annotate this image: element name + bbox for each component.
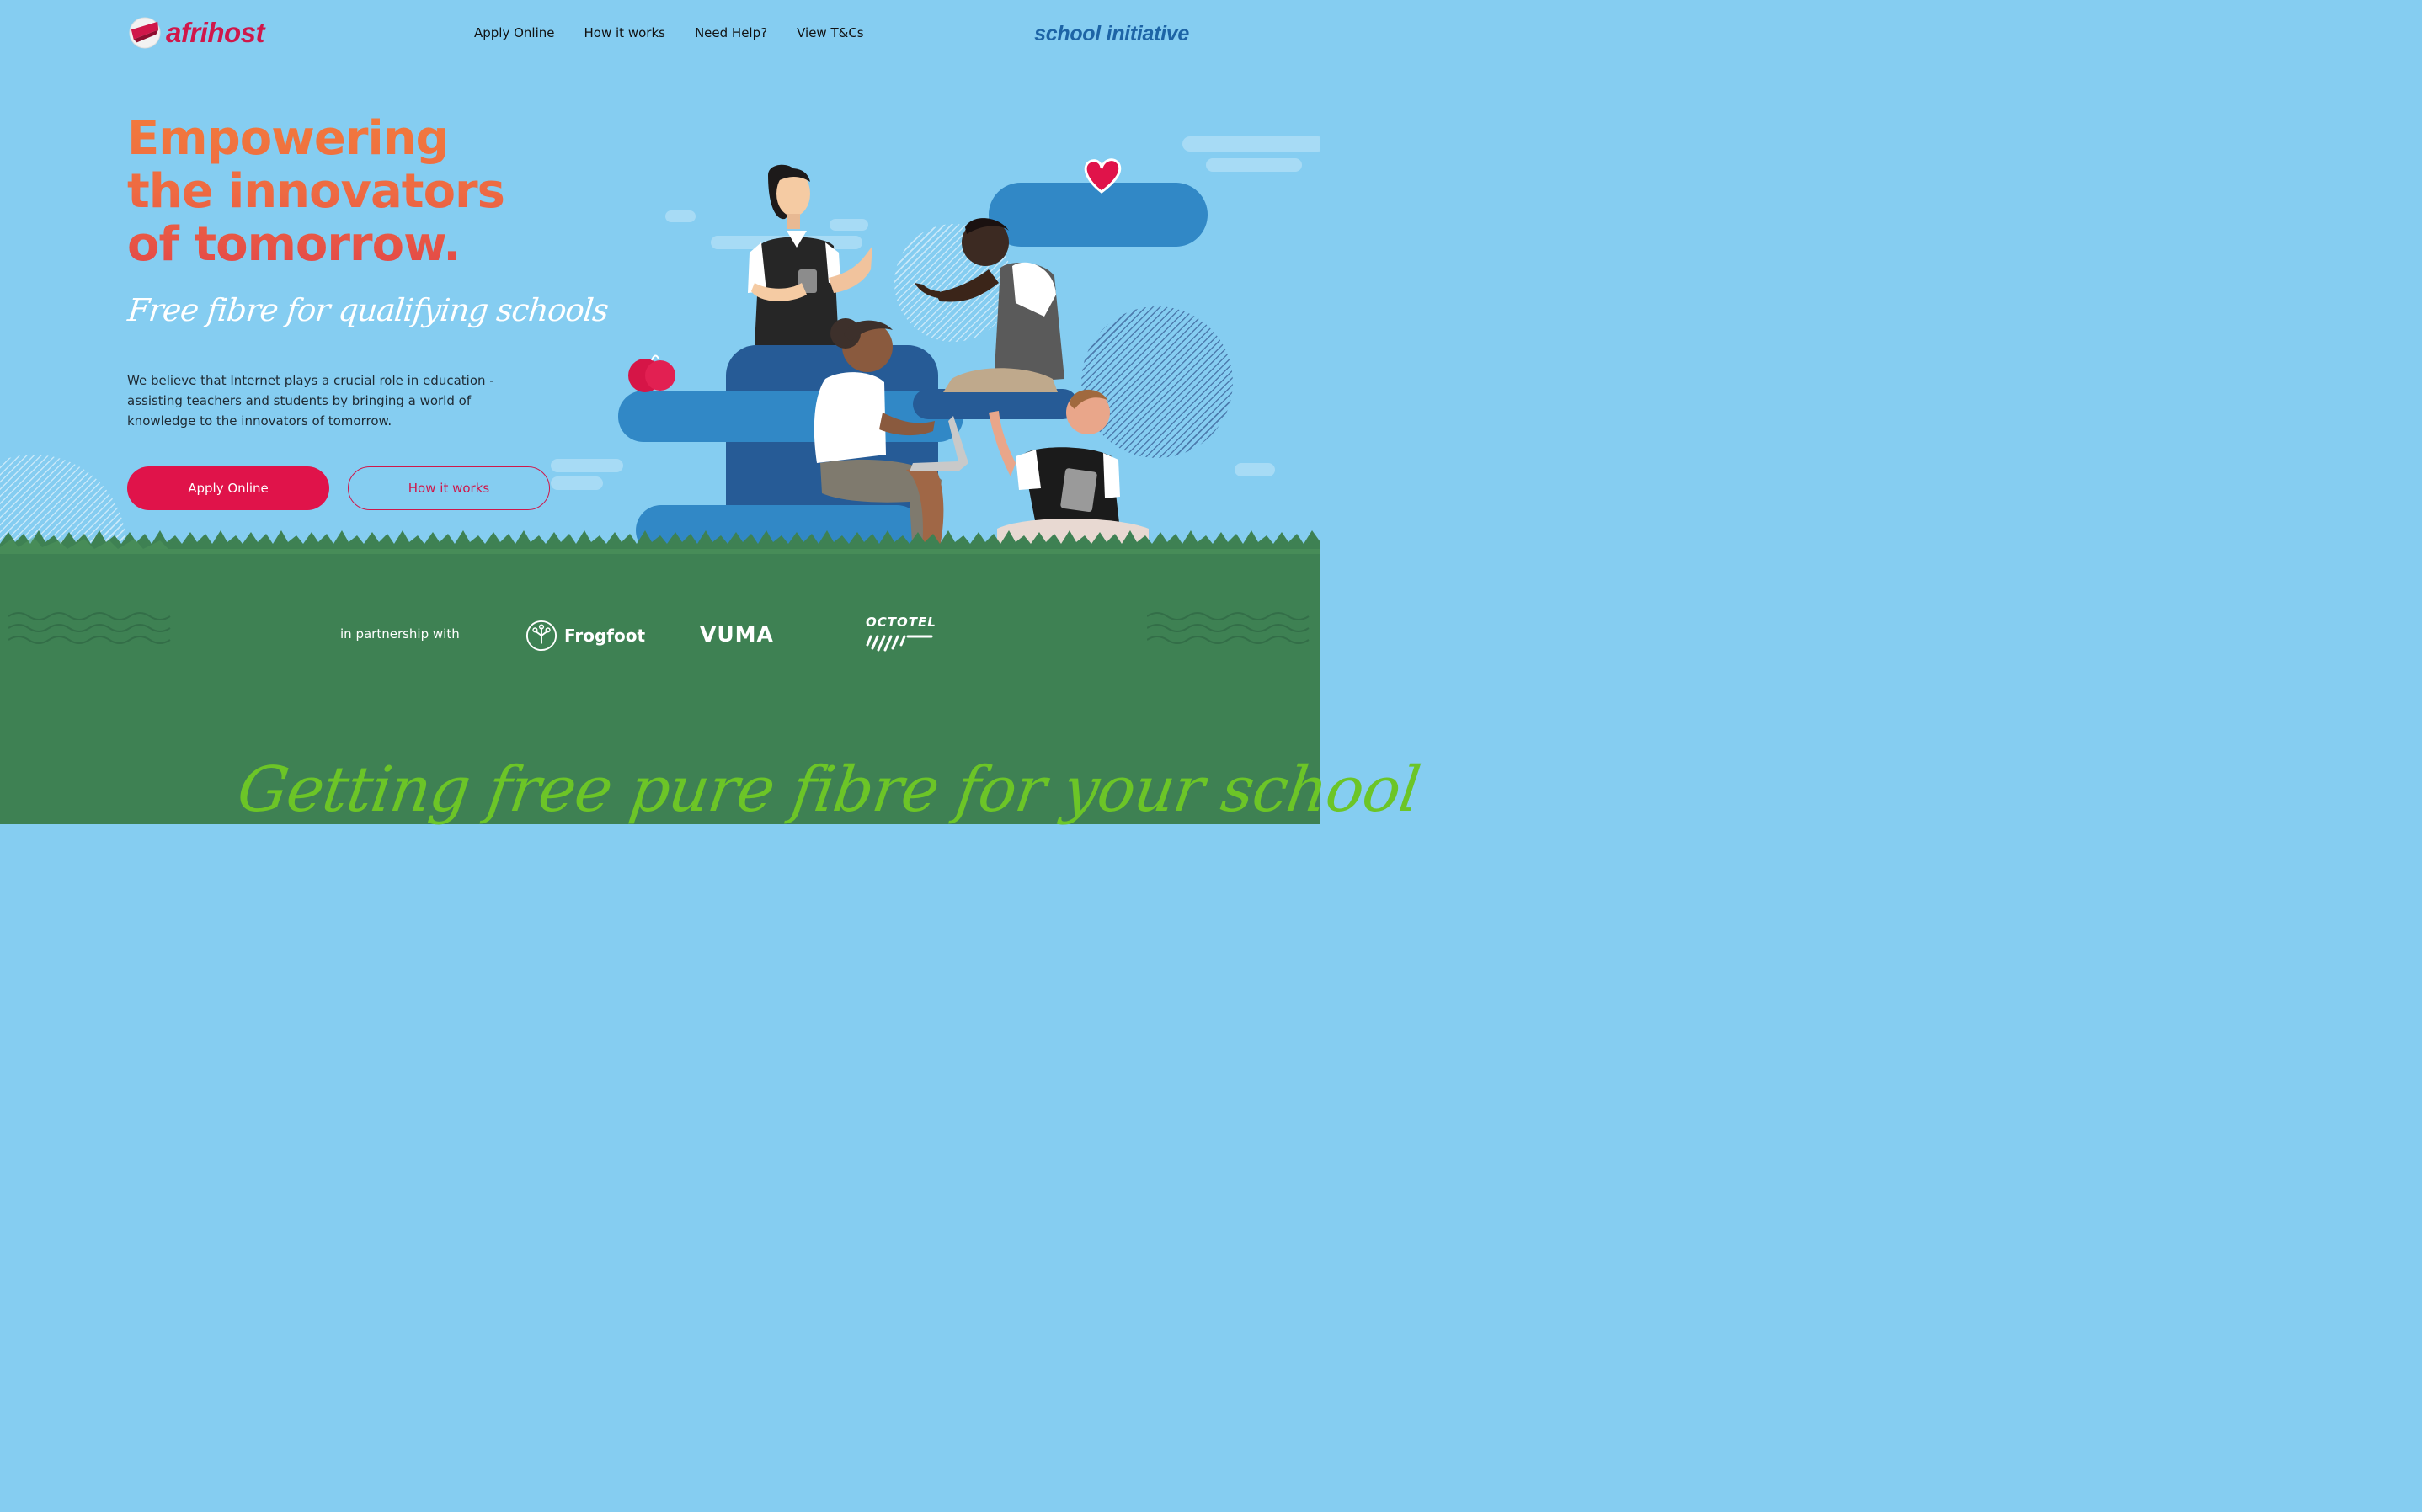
wave-decoration-left (8, 612, 171, 644)
wave-decoration-right (1147, 612, 1310, 644)
frogfoot-icon (525, 620, 557, 652)
partnership-label: in partnership with (340, 626, 460, 642)
nav-need-help[interactable]: Need Help? (695, 25, 767, 40)
brand-name: afrihost (166, 17, 265, 48)
octotel-lines-icon (866, 635, 933, 652)
headline-line-3: of tomorrow. (127, 217, 461, 272)
how-it-works-button[interactable]: How it works (348, 466, 550, 510)
section-heading: Getting free pure fibre for your school (232, 753, 1424, 826)
octotel-name: OCTOTEL (866, 615, 936, 630)
nav-apply-online[interactable]: Apply Online (474, 25, 555, 40)
standing-girl-figure (748, 164, 872, 345)
octotel-logo[interactable]: OCTOTEL (866, 615, 942, 653)
hero-intro-text: We believe that Internet plays a crucial… (127, 373, 494, 429)
frogfoot-logo[interactable]: Frogfoot (525, 620, 645, 652)
headline-line-2: the innovators (127, 164, 504, 219)
afrihost-logo[interactable]: afrihost (129, 15, 276, 51)
apply-online-button[interactable]: Apply Online (127, 466, 329, 510)
nav-view-tcs[interactable]: View T&Cs (797, 25, 864, 40)
headline-line-1: Empowering (127, 111, 449, 166)
main-nav: Apply Online How it works Need Help? Vie… (474, 25, 864, 40)
vuma-logo[interactable]: VUMA (700, 622, 774, 647)
afrihost-ball-icon (129, 17, 161, 49)
frogfoot-name: Frogfoot (564, 626, 646, 646)
students-with-devices-illustration (551, 136, 1320, 556)
grass-edge (0, 530, 1320, 554)
nav-how-it-works[interactable]: How it works (584, 25, 665, 40)
school-initiative-wordmark: school initiative (1034, 22, 1189, 45)
apple-icon (628, 354, 675, 392)
hero-headline: Empowering the innovators of tomorrow. (127, 112, 565, 271)
hero-tagline: Free fibre for qualifying schools (125, 292, 611, 328)
